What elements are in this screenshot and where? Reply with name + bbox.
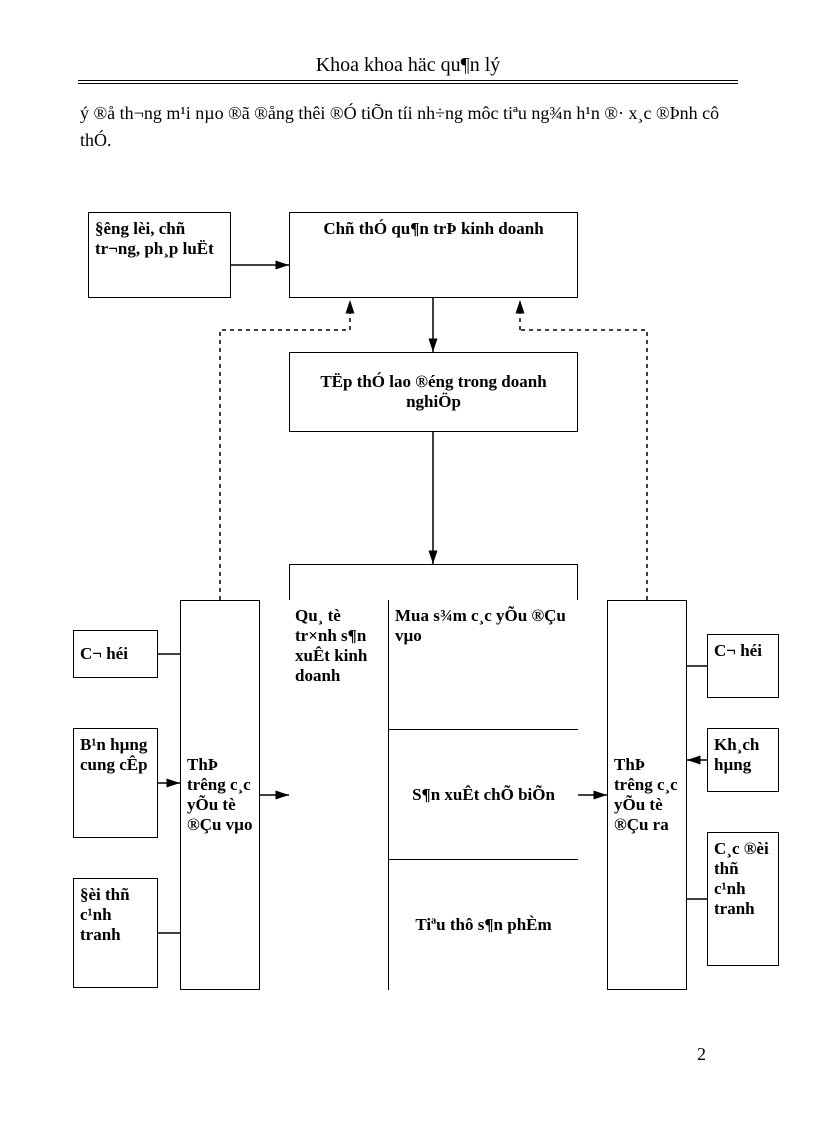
box-duong-loi: §êng lèi, chñ tr¬ng, ph¸p luËt — [88, 212, 231, 298]
box-chu-the-quan-tri: Chñ thÓ qu¶n trÞ kinh doanh — [289, 212, 578, 298]
page-title: Khoa khoa häc qu¶n lý — [0, 54, 816, 77]
box-san-xuat: S¶n xuÊt chÕ biÕn — [389, 730, 578, 860]
box-left-canh-tranh: §èi thñ c¹nh tranh — [73, 878, 158, 988]
box-mua-sam: Mua s¾m c¸c yÕu ®Çu vµo — [389, 600, 578, 730]
header-divider — [78, 80, 738, 84]
box-thi-truong-dau-vao: ThÞ trêng c¸c yÕu tè ®Çu vµo — [180, 600, 260, 990]
box-thi-truong-dau-ra: ThÞ trêng c¸c yÕu tè ®Çu ra — [607, 600, 687, 990]
box-tieu-thu: Tiªu thô s¶n phÈm — [389, 860, 578, 990]
box-qua-trinh-label: Qu¸ tè tr×nh s¶n xuÊt kinh doanh — [289, 600, 389, 990]
box-right-khach-hang: Kh¸ch hµng — [707, 728, 779, 792]
intro-paragraph: ý ®å th¬ng m¹i nµo ®ã ®ång thêi ®Ó tiÕn … — [80, 100, 730, 154]
box-right-co-hoi: C¬ héi — [707, 634, 779, 698]
page-number: 2 — [697, 1044, 706, 1065]
box-tap-the-lao-dong: TËp thÓ lao ®éng trong doanh nghiÖp — [289, 352, 578, 432]
box-right-canh-tranh: C¸c ®èi thñ c¹nh tranh — [707, 832, 779, 966]
box-left-ban-hang: B¹n hµng cung cÊp — [73, 728, 158, 838]
box-left-co-hoi: C¬ héi — [73, 630, 158, 678]
